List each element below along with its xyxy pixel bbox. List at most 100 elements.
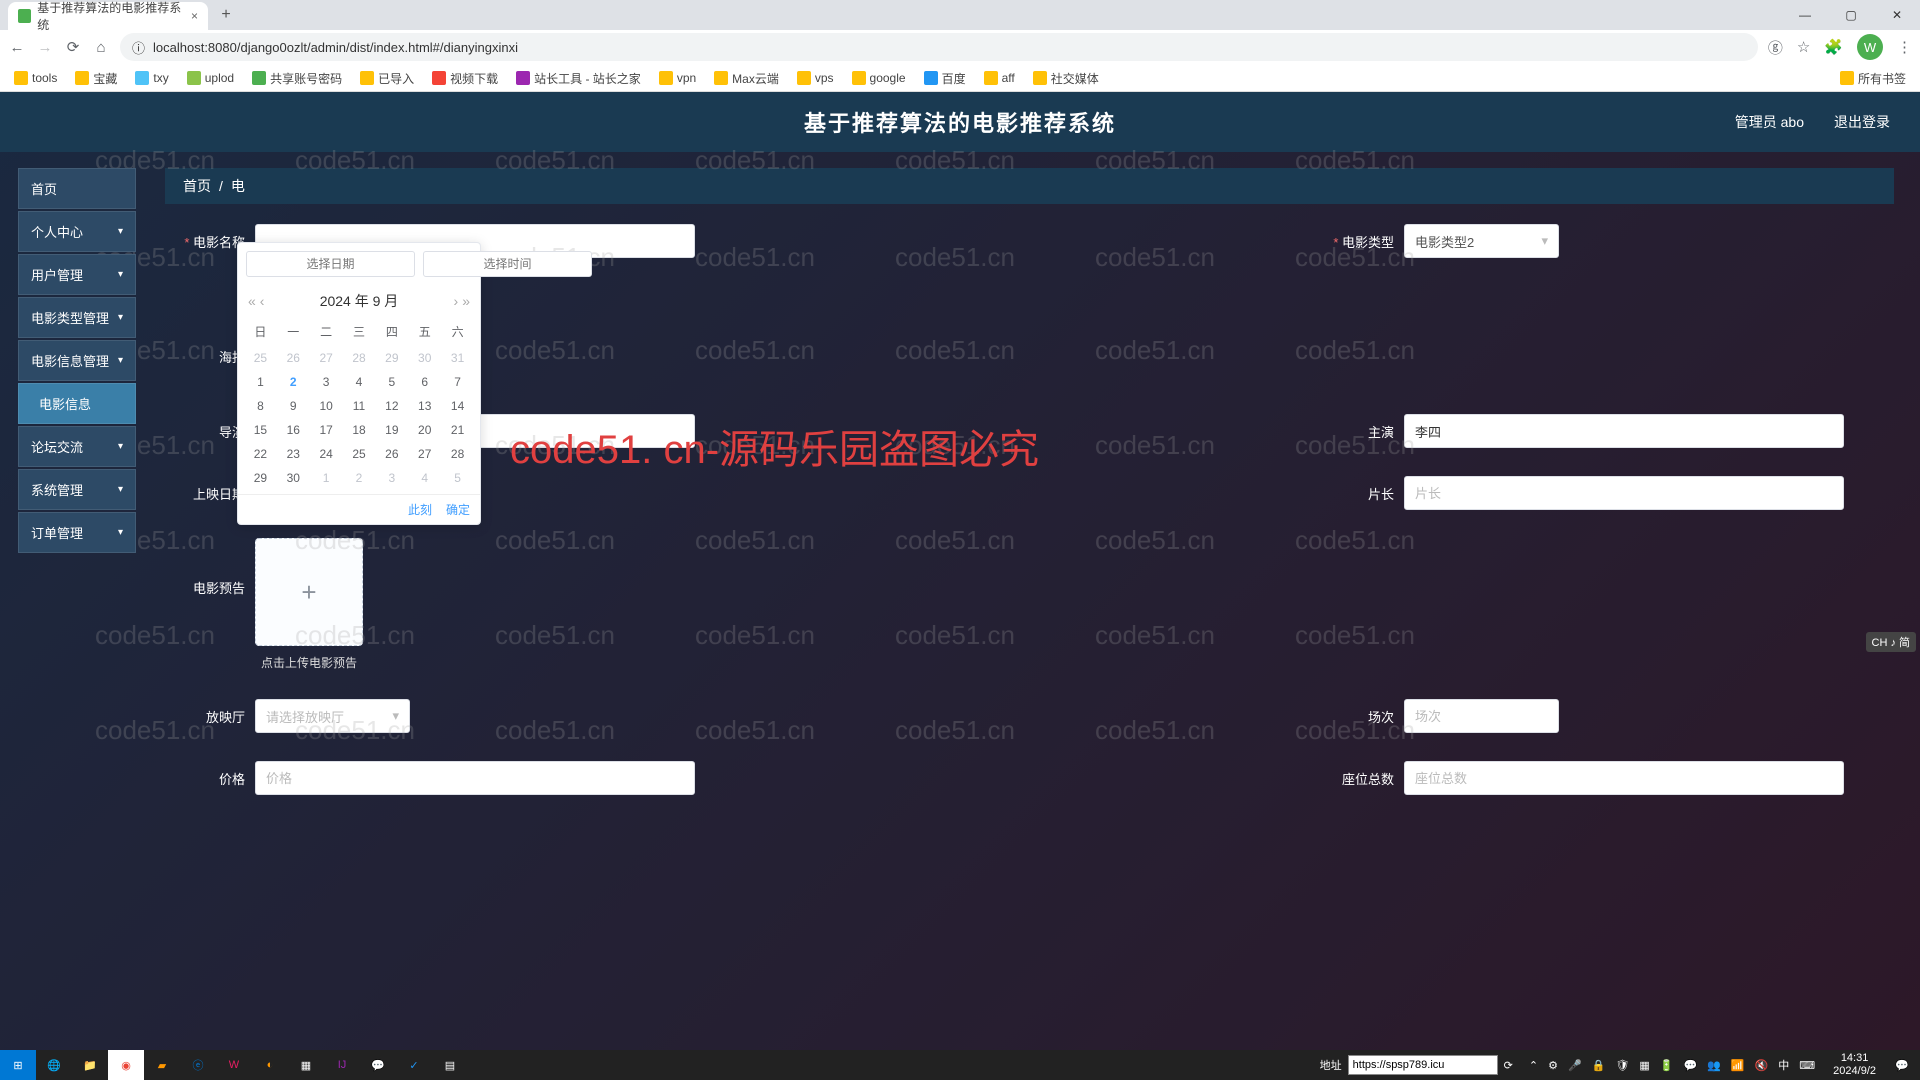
dp-day[interactable]: 12 xyxy=(375,394,408,418)
profile-avatar[interactable]: W xyxy=(1857,34,1883,60)
bookmark-item[interactable]: tools xyxy=(8,69,63,87)
sidebar-item-orders[interactable]: 订单管理▾ xyxy=(18,512,136,553)
dp-day[interactable]: 2 xyxy=(277,370,310,394)
browser-tab[interactable]: 基于推荐算法的电影推荐系统 × xyxy=(8,2,208,30)
dp-time-input[interactable] xyxy=(423,251,592,277)
movie-type-select[interactable]: 电影类型2 ▾ xyxy=(1404,224,1559,258)
taskbar-app-icon[interactable]: 💬 xyxy=(360,1050,396,1080)
bookmark-item[interactable]: 社交媒体 xyxy=(1027,68,1105,89)
dp-day-other[interactable]: 4 xyxy=(408,466,441,490)
dp-day[interactable]: 26 xyxy=(375,442,408,466)
close-window-button[interactable]: ✕ xyxy=(1874,0,1920,30)
dp-day[interactable]: 1 xyxy=(244,370,277,394)
forward-icon[interactable]: → xyxy=(36,39,54,56)
bookmark-item[interactable]: vpn xyxy=(653,69,702,87)
tray-icon[interactable]: 🛡 xyxy=(1615,1059,1629,1072)
dp-day-other[interactable]: 29 xyxy=(375,346,408,370)
dp-day[interactable]: 16 xyxy=(277,418,310,442)
translate-icon[interactable]: ⓖ xyxy=(1768,37,1783,58)
tray-icon[interactable]: ⌨ xyxy=(1799,1059,1815,1072)
taskbar-app-icon[interactable]: ⓔ xyxy=(180,1050,216,1080)
back-icon[interactable]: ← xyxy=(8,39,26,56)
taskbar-app-icon[interactable]: ▤ xyxy=(432,1050,468,1080)
duration-input[interactable] xyxy=(1404,476,1844,510)
dp-day[interactable]: 21 xyxy=(441,418,474,442)
dp-day[interactable]: 18 xyxy=(343,418,376,442)
home-icon[interactable]: ⌂ xyxy=(92,39,110,56)
tray-icon[interactable]: 🔋 xyxy=(1660,1059,1674,1072)
url-input[interactable]: ⓘ localhost:8080/django0ozlt/admin/dist/… xyxy=(120,33,1758,61)
tray-icon[interactable]: ▦ xyxy=(1639,1059,1649,1072)
menu-icon[interactable]: ⋮ xyxy=(1897,38,1912,56)
seats-input[interactable] xyxy=(1404,761,1844,795)
bookmark-item[interactable]: txy xyxy=(129,69,174,87)
maximize-button[interactable]: ▢ xyxy=(1828,0,1874,30)
sidebar-item-profile[interactable]: 个人中心▾ xyxy=(18,211,136,252)
tray-icon[interactable]: 🔇 xyxy=(1755,1059,1769,1072)
hall-select[interactable]: 请选择放映厅 ▾ xyxy=(255,699,410,733)
dp-day[interactable]: 10 xyxy=(310,394,343,418)
dp-day[interactable]: 30 xyxy=(277,466,310,490)
dp-ok-button[interactable]: 确定 xyxy=(446,501,470,518)
taskbar-app-icon[interactable]: ✓ xyxy=(396,1050,432,1080)
sidebar-item-users[interactable]: 用户管理▾ xyxy=(18,254,136,295)
tray-icon[interactable]: 📶 xyxy=(1731,1059,1745,1072)
sidebar-item-movie-type[interactable]: 电影类型管理▾ xyxy=(18,297,136,338)
dp-date-input[interactable] xyxy=(246,251,415,277)
dp-day[interactable]: 5 xyxy=(375,370,408,394)
sidebar-item-home[interactable]: 首页 xyxy=(18,168,136,209)
taskbar-app-icon[interactable]: ◐ xyxy=(252,1050,288,1080)
dp-day[interactable]: 6 xyxy=(408,370,441,394)
dp-day[interactable]: 19 xyxy=(375,418,408,442)
taskbar-app-icon[interactable]: ▰ xyxy=(144,1050,180,1080)
dp-day[interactable]: 3 xyxy=(310,370,343,394)
dp-day[interactable]: 20 xyxy=(408,418,441,442)
bookmark-item[interactable]: uplod xyxy=(181,69,240,87)
taskbar-app-icon[interactable]: ▦ xyxy=(288,1050,324,1080)
reload-icon[interactable]: ⟳ xyxy=(64,38,82,56)
bookmark-item[interactable]: 视频下载 xyxy=(426,68,504,89)
tb-addr-input[interactable] xyxy=(1348,1055,1498,1075)
dp-day[interactable]: 17 xyxy=(310,418,343,442)
dp-day[interactable]: 25 xyxy=(343,442,376,466)
dp-day-other[interactable]: 26 xyxy=(277,346,310,370)
sidebar-item-movie-info[interactable]: 电影信息 xyxy=(18,383,136,424)
dp-day-other[interactable]: 5 xyxy=(441,466,474,490)
taskbar-app-icon[interactable]: IJ xyxy=(324,1050,360,1080)
dp-day-other[interactable]: 31 xyxy=(441,346,474,370)
bookmark-item[interactable]: vps xyxy=(791,69,840,87)
dp-day-other[interactable]: 25 xyxy=(244,346,277,370)
bookmark-item[interactable]: aff xyxy=(978,69,1021,87)
dp-now-button[interactable]: 此刻 xyxy=(408,501,432,518)
dp-day-other[interactable]: 1 xyxy=(310,466,343,490)
dp-day[interactable]: 9 xyxy=(277,394,310,418)
price-input[interactable] xyxy=(255,761,695,795)
session-input[interactable] xyxy=(1404,699,1559,733)
extension-icon[interactable]: 🧩 xyxy=(1824,38,1843,56)
dp-day[interactable]: 14 xyxy=(441,394,474,418)
bookmark-item[interactable]: 共享账号密码 xyxy=(246,68,348,89)
taskbar-app-icon[interactable]: 🌐 xyxy=(36,1050,72,1080)
dp-day[interactable]: 13 xyxy=(408,394,441,418)
tray-icon[interactable]: 🔒 xyxy=(1592,1059,1606,1072)
trailer-upload[interactable]: + xyxy=(255,538,363,646)
tray-icon[interactable]: 💬 xyxy=(1683,1059,1697,1072)
sidebar-item-movie-info-mgr[interactable]: 电影信息管理▾ xyxy=(18,340,136,381)
dp-next[interactable]: ›» xyxy=(454,293,470,309)
tray-icon[interactable]: ⚙ xyxy=(1548,1059,1558,1072)
taskbar-app-icon[interactable]: 📁 xyxy=(72,1050,108,1080)
tray-icon[interactable]: 🎤 xyxy=(1568,1059,1582,1072)
bookmark-item[interactable]: 宝藏 xyxy=(69,68,123,89)
bookmark-item[interactable]: 已导入 xyxy=(354,68,420,89)
dp-day[interactable]: 24 xyxy=(310,442,343,466)
close-icon[interactable]: × xyxy=(191,9,198,23)
bookmark-item[interactable]: Max云端 xyxy=(708,68,785,89)
dp-day[interactable]: 29 xyxy=(244,466,277,490)
admin-label[interactable]: 管理员 abo xyxy=(1735,112,1804,132)
dp-day[interactable]: 7 xyxy=(441,370,474,394)
bookmark-item[interactable]: google xyxy=(846,69,912,87)
tray-icon[interactable]: 👥 xyxy=(1707,1059,1721,1072)
tb-go-icon[interactable]: ⟳ xyxy=(1504,1059,1513,1072)
taskbar-clock[interactable]: 14:31 2024/9/2 xyxy=(1825,1052,1884,1078)
bookmark-item[interactable]: 站长工具 - 站长之家 xyxy=(510,68,647,89)
